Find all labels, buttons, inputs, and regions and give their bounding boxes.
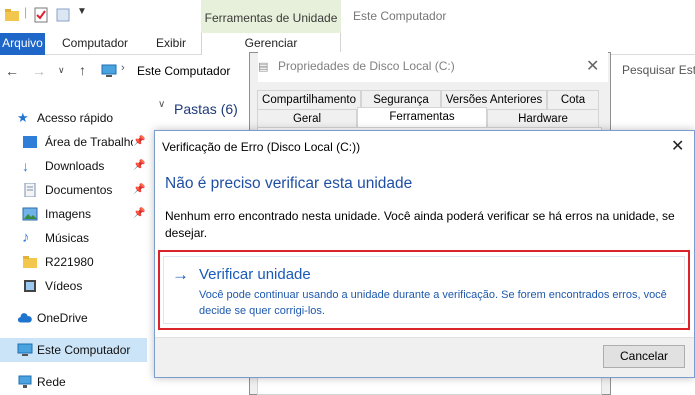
- tab-hardware[interactable]: Hardware: [487, 109, 599, 127]
- tab-arquivo[interactable]: Arquivo: [0, 33, 45, 55]
- recent-locations-chevron-icon[interactable]: ∨: [58, 65, 65, 76]
- nav-network[interactable]: Rede: [0, 370, 150, 394]
- error-check-dialog-title: Verificação de Erro (Disco Local (C:)): [162, 140, 361, 154]
- separator: |: [24, 5, 28, 19]
- downloads-icon: ↓: [22, 158, 29, 174]
- nav-item-documents[interactable]: Documentos 📌: [0, 178, 150, 202]
- network-icon: [18, 375, 32, 388]
- address-field[interactable]: › Este Computador: [99, 61, 254, 83]
- nav-quick-access[interactable]: ★ Acesso rápido: [0, 106, 150, 130]
- explorer-title-bar: [0, 0, 695, 33]
- collapse-chevron-icon[interactable]: ∨: [158, 99, 165, 110]
- videos-icon: [24, 280, 36, 292]
- tab-computador[interactable]: Computador: [62, 33, 128, 55]
- computer-icon: [17, 343, 33, 356]
- documents-icon: [24, 183, 36, 197]
- tab-exibir[interactable]: Exibir: [156, 33, 186, 55]
- dialog-heading: Não é preciso verificar esta unidade: [165, 175, 413, 192]
- nav-item-downloads[interactable]: ↓ Downloads 📌: [0, 154, 150, 178]
- pictures-icon: [22, 207, 38, 221]
- nav-this-pc[interactable]: Este Computador: [0, 338, 147, 362]
- cloud-icon: [17, 313, 32, 323]
- pin-icon: 📌: [133, 160, 146, 171]
- tab-ferramentas[interactable]: Ferramentas: [357, 107, 487, 128]
- nav-item-videos[interactable]: Vídeos: [0, 274, 150, 298]
- contextual-tab-group: Ferramentas de Unidade: [201, 0, 341, 33]
- breadcrumb-chevron-icon: ›: [121, 62, 125, 74]
- back-arrow-icon[interactable]: ←: [5, 63, 19, 79]
- properties-dialog-title: Propriedades de Disco Local (C:): [258, 52, 608, 82]
- nav-item-r221980[interactable]: R221980: [0, 250, 150, 274]
- tab-compartilhamento[interactable]: Compartilhamento: [257, 90, 361, 109]
- pin-icon: 📌: [133, 136, 146, 147]
- close-icon[interactable]: ✕: [586, 56, 599, 76]
- close-icon[interactable]: ✕: [671, 136, 684, 156]
- forward-arrow-icon[interactable]: →: [32, 63, 46, 79]
- pin-icon: 📌: [133, 184, 146, 195]
- tab-cota[interactable]: Cota: [547, 90, 599, 109]
- desktop-folder-icon: [23, 136, 37, 148]
- search-field[interactable]: Pesquisar Este Computador: [622, 63, 695, 77]
- scan-drive-option-title[interactable]: Verificar unidade: [199, 266, 311, 283]
- customize-qat-icon[interactable]: ▼: [77, 6, 87, 17]
- folder-icon[interactable]: [4, 7, 20, 23]
- star-icon: ★: [17, 110, 29, 125]
- scan-drive-option-description: Você pode continuar usando a unidade dur…: [199, 289, 667, 317]
- dialog-message: Nenhum erro encontrado nesta unidade. Vo…: [165, 209, 675, 240]
- new-folder-icon[interactable]: [55, 7, 71, 23]
- nav-item-pictures[interactable]: Imagens 📌: [0, 202, 150, 226]
- up-arrow-icon[interactable]: ↑: [79, 62, 86, 78]
- tab-geral[interactable]: Geral: [257, 109, 357, 127]
- computer-icon: [101, 64, 117, 77]
- drive-icon: ▤: [258, 61, 269, 73]
- nav-item-music[interactable]: ♪ Músicas: [0, 226, 150, 250]
- folders-group-header[interactable]: Pastas (6): [174, 101, 238, 117]
- properties-icon[interactable]: [33, 7, 49, 23]
- pin-icon: 📌: [133, 208, 146, 219]
- nav-item-desktop[interactable]: Área de Trabalho 📌: [0, 130, 150, 154]
- folder-icon: [23, 256, 37, 268]
- arrow-right-icon: →: [172, 265, 189, 284]
- window-title: Este Computador: [353, 9, 447, 23]
- cancel-button[interactable]: Cancelar: [603, 345, 685, 368]
- breadcrumb-location: Este Computador: [137, 64, 231, 78]
- nav-onedrive[interactable]: OneDrive: [0, 306, 150, 330]
- music-icon: ♪: [22, 229, 30, 246]
